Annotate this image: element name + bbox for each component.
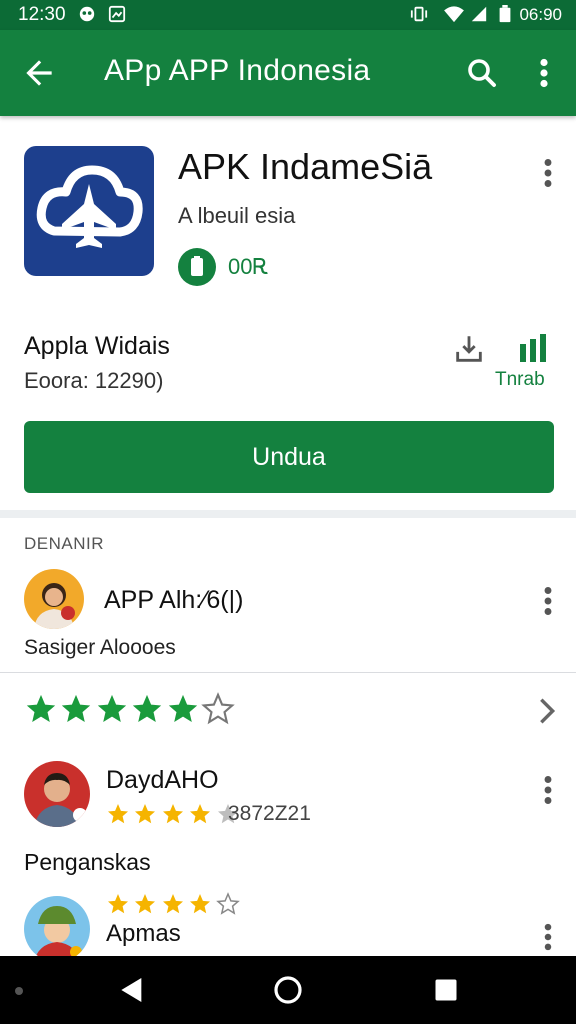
bar-chart-icon[interactable] <box>518 334 548 362</box>
rating-stars[interactable] <box>24 692 236 732</box>
side-label[interactable]: Tnrab <box>495 369 545 391</box>
search-icon[interactable] <box>464 55 500 91</box>
section-label: DENANIR <box>24 534 105 553</box>
vibrate-icon <box>410 6 428 22</box>
star-outline-icon <box>215 892 240 915</box>
star-outline-icon <box>201 692 236 725</box>
review-count: 3872Z21 <box>228 802 311 825</box>
developer-subtitle: Sasiger Aloooes <box>24 636 176 659</box>
star-icon <box>133 694 162 723</box>
app-name: APK IndameSiā <box>178 146 433 187</box>
battery-icon <box>499 5 511 23</box>
recents-square-icon[interactable] <box>432 976 460 1004</box>
star-icon <box>97 694 127 723</box>
chevron-right-icon[interactable] <box>534 694 560 728</box>
star-icon <box>162 894 183 914</box>
meta-subtitle: Eoora: 12290) <box>24 368 164 393</box>
app-developer[interactable]: A lbeuil esia <box>178 203 295 229</box>
review-text: Penganskas <box>24 849 151 875</box>
person-avatar <box>24 569 84 629</box>
star-icon <box>26 694 56 723</box>
star-icon <box>190 804 211 824</box>
back-arrow-icon[interactable] <box>20 54 58 92</box>
reviewer-name: DaydAHO <box>106 766 219 794</box>
star-icon <box>62 694 91 723</box>
star-icon <box>135 894 156 914</box>
nav-dot <box>15 987 23 995</box>
more-vert-icon[interactable] <box>530 55 558 91</box>
review-stars <box>106 892 240 920</box>
section-divider <box>0 510 576 518</box>
cloud-plane-icon <box>36 165 143 248</box>
status-right-time: 06:90 <box>519 5 562 24</box>
star-icon <box>162 804 183 824</box>
badge-icon <box>178 248 216 286</box>
review-stars <box>106 802 239 830</box>
image-icon <box>108 5 126 23</box>
reviewer-avatar <box>24 896 90 962</box>
star-icon <box>108 804 128 824</box>
back-triangle-icon[interactable] <box>116 974 148 1006</box>
header-more-icon[interactable] <box>536 155 560 191</box>
review-more-icon[interactable] <box>536 772 560 808</box>
signal-icon <box>471 6 487 22</box>
star-icon <box>168 694 197 723</box>
download-icon[interactable] <box>452 332 486 366</box>
badge-text: 00Ꭱ <box>228 254 270 279</box>
wifi-icon <box>444 6 464 23</box>
app-bar-title: APp APP Indonesia <box>104 54 371 87</box>
notification-icon <box>79 6 95 22</box>
review-more-icon[interactable] <box>536 920 560 954</box>
divider <box>0 672 576 673</box>
app-bar: APp APP Indonesia <box>0 30 576 116</box>
star-icon <box>108 894 128 914</box>
status-bar: 12:30 06:90 <box>0 0 576 30</box>
reviewer-name: Apmas <box>106 920 181 947</box>
developer-name[interactable]: APP Alh:⁄6(|) <box>104 586 243 615</box>
app-icon <box>24 146 154 276</box>
reviewer-avatar <box>24 761 90 827</box>
star-icon <box>135 804 156 824</box>
navigation-bar <box>0 956 576 1024</box>
star-icon <box>190 894 211 914</box>
developer-more-icon[interactable] <box>536 583 560 619</box>
status-time: 12:30 <box>18 4 66 25</box>
home-circle-icon[interactable] <box>272 974 304 1006</box>
meta-title: Appla Widais <box>24 332 170 360</box>
install-button[interactable]: Undua <box>24 421 554 493</box>
